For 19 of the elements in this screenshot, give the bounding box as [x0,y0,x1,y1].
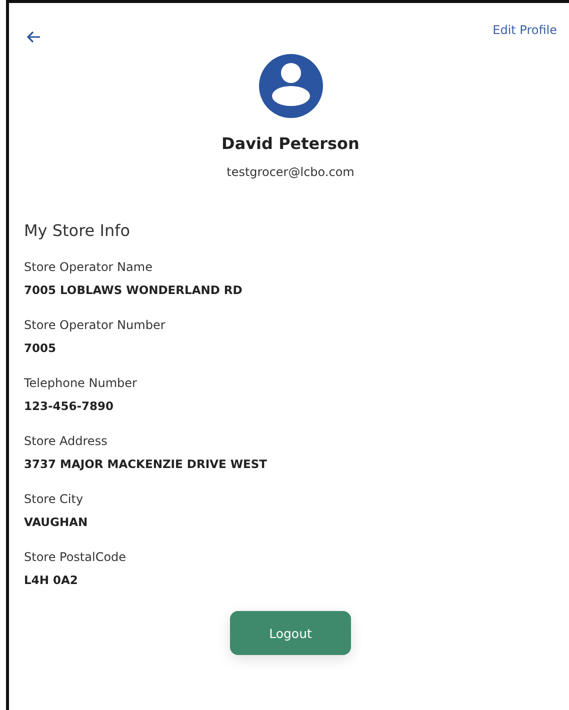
field-value: 7005 LOBLAWS WONDERLAND RD [24,283,244,297]
avatar-icon [258,54,322,118]
user-email: testgrocer@lcbo.com [226,165,354,179]
field-label: Store City [24,492,84,506]
edit-profile-link[interactable]: Edit Profile [492,23,557,37]
field-value: 123-456-7890 [24,399,115,413]
field-value: VAUGHAN [24,515,89,529]
field-label: Store PostalCode [24,550,128,564]
field-value: L4H 0A2 [24,573,79,587]
user-name: David Peterson [222,134,360,153]
field-label: Store Operator Number [24,318,166,332]
field-label: Telephone Number [24,376,138,390]
field-value: 3737 MAJOR MACKENZIE DRIVE WEST [24,457,268,471]
logout-button[interactable]: Logout [230,611,351,655]
field-label: Store Operator Name [24,260,154,274]
section-title: My Store Info [24,221,132,240]
field-value: 7005 [24,341,58,355]
back-icon[interactable] [26,29,42,45]
field-label: Store Address [24,434,108,448]
